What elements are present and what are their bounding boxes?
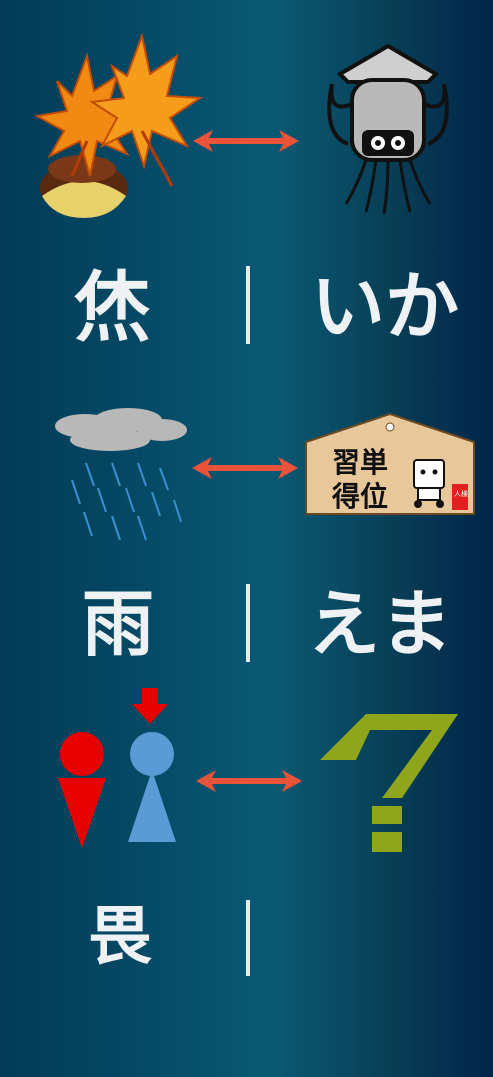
left-word-1: 烋	[74, 263, 150, 352]
rain-cloud-icon	[55, 408, 187, 541]
ema-seal: 人様	[454, 489, 468, 498]
man-woman-figures-icon	[58, 688, 176, 848]
left-word-3: 畏	[88, 900, 152, 974]
ema-plaque-icon: 習単 得位 人様	[305, 412, 475, 515]
question-mark-icon	[320, 714, 458, 852]
left-right-arrow-icon	[196, 770, 302, 792]
ema-line-1: 習単	[332, 446, 388, 479]
left-word-2: 雨	[81, 582, 154, 666]
ema-line-2: 得位	[331, 480, 388, 513]
autumn-maple-chestnut-icon	[34, 32, 204, 218]
left-right-arrow-icon	[192, 457, 298, 479]
right-word-1: いか	[311, 264, 459, 350]
squid-icon	[327, 43, 449, 215]
divider-2	[246, 584, 250, 662]
down-pointer-icon	[132, 688, 168, 724]
right-word-2: えま	[307, 582, 452, 666]
divider-3	[246, 900, 250, 976]
divider-1	[246, 266, 250, 344]
right-word-3-answer[interactable]	[300, 905, 460, 975]
left-right-arrow-icon	[193, 130, 299, 152]
